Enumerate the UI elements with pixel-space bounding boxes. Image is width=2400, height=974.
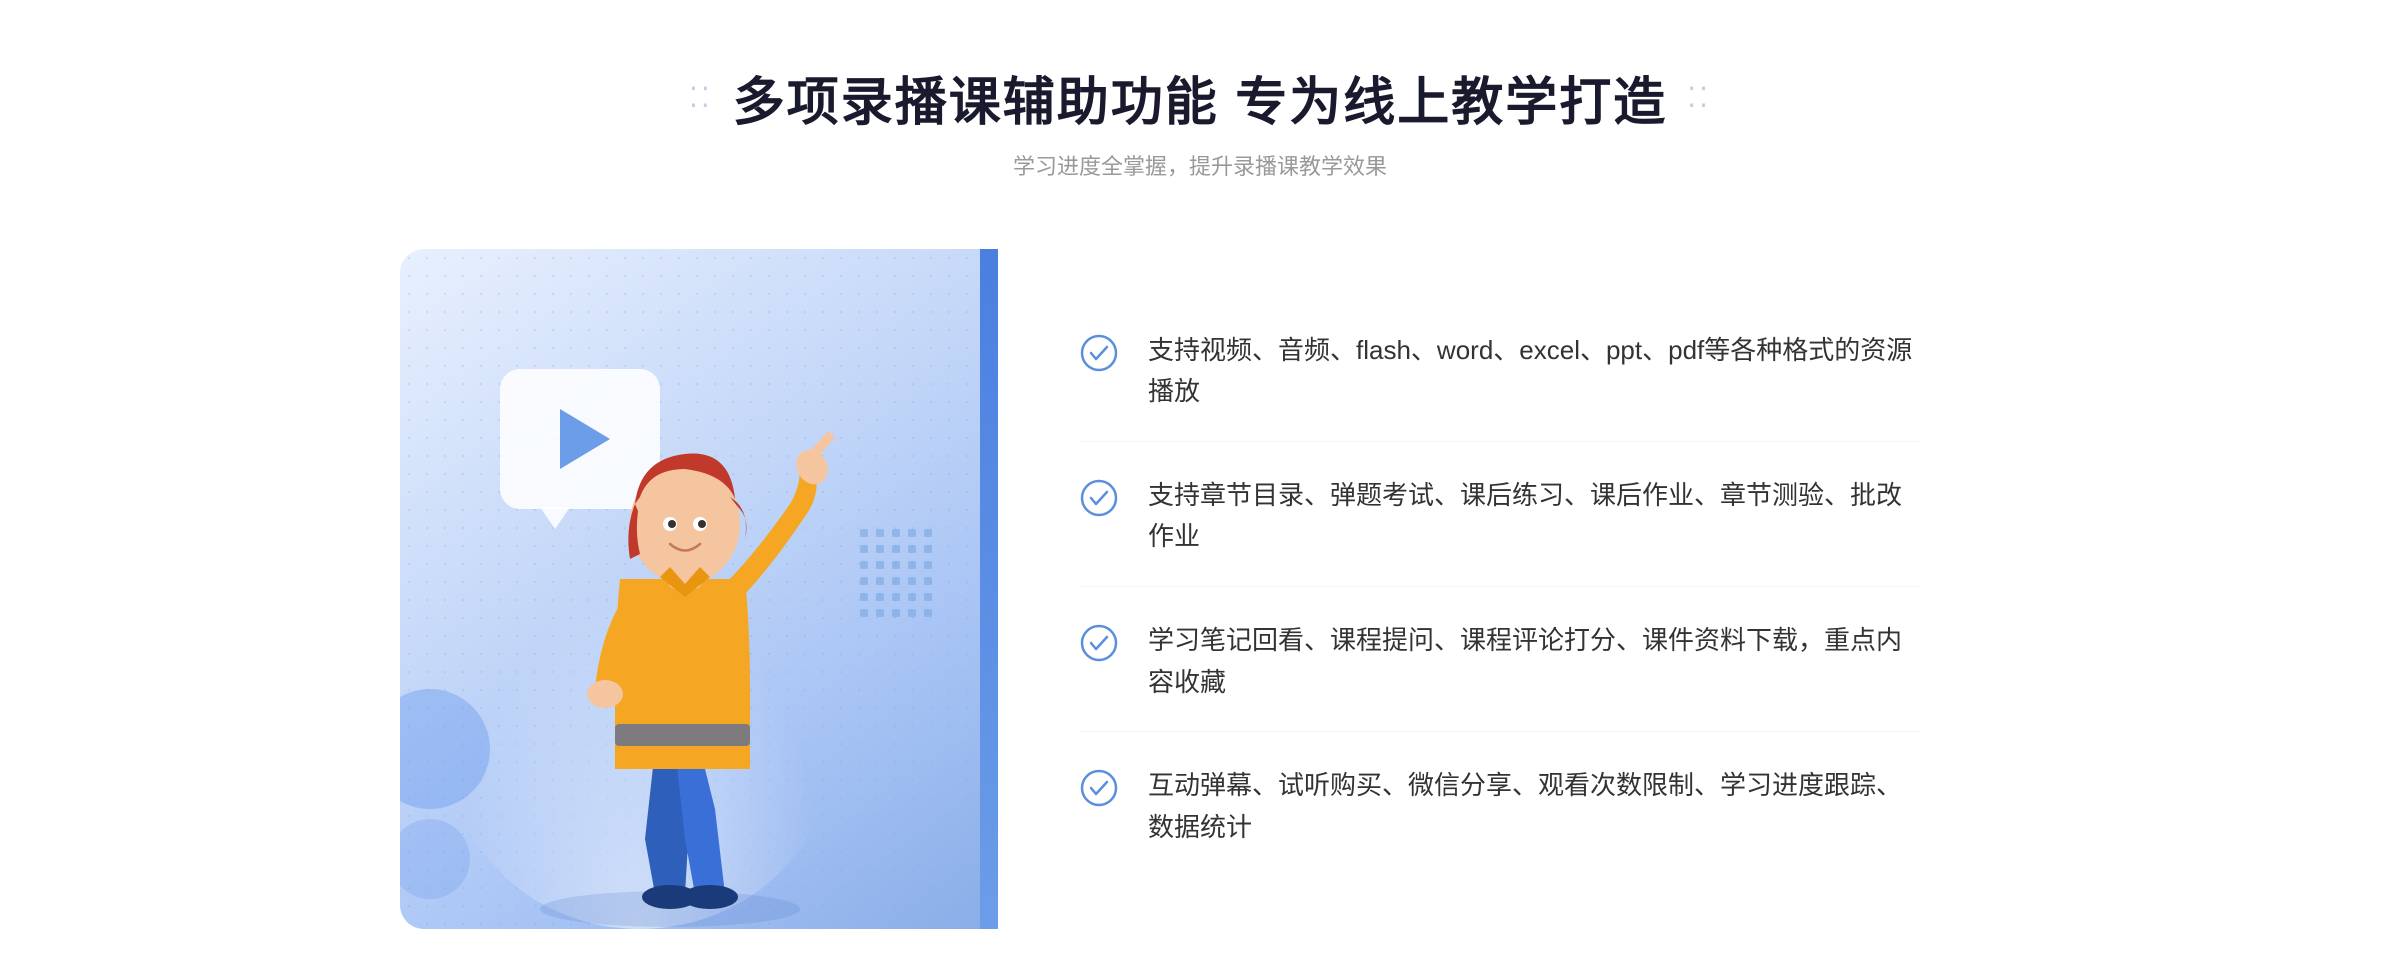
content-area: » — [400, 249, 2000, 929]
page-subtitle: 学习进度全掌握，提升录播课教学效果 — [1013, 149, 1387, 181]
content-panel-wrapper: 支持视频、音频、flash、word、excel、ppt、pdf等各种格式的资源… — [980, 249, 2000, 929]
feature-text-3: 学习笔记回看、课程提问、课程评论打分、课件资料下载，重点内容收藏 — [1148, 620, 1920, 703]
person-illustration — [460, 349, 880, 929]
page-title: 多项录播课辅助功能 专为线上教学打造 — [733, 60, 1667, 135]
check-icon-3 — [1080, 624, 1118, 662]
title-dots-left: ⁚⁚ — [689, 81, 713, 114]
title-row: ⁚⁚ 多项录播课辅助功能 专为线上教学打造 ⁚⁚ — [689, 60, 1711, 135]
feature-item-1: 支持视频、音频、flash、word、excel、ppt、pdf等各种格式的资源… — [1080, 302, 1920, 442]
feature-item-3: 学习笔记回看、课程提问、课程评论打分、课件资料下载，重点内容收藏 — [1080, 592, 1920, 732]
illustration-panel: » — [400, 249, 980, 929]
title-dots-right: ⁚⁚ — [1687, 81, 1711, 114]
check-icon-1 — [1080, 334, 1118, 372]
feature-item-2: 支持章节目录、弹题考试、课后练习、课后作业、章节测验、批改作业 — [1080, 447, 1920, 587]
check-icon-2 — [1080, 479, 1118, 517]
blue-sidebar-bar — [980, 249, 998, 929]
feature-item-4: 互动弹幕、试听购买、微信分享、观看次数限制、学习进度跟踪、数据统计 — [1080, 737, 1920, 876]
feature-text-4: 互动弹幕、试听购买、微信分享、观看次数限制、学习进度跟踪、数据统计 — [1148, 765, 1920, 848]
content-panel: 支持视频、音频、flash、word、excel、ppt、pdf等各种格式的资源… — [980, 249, 2000, 929]
feature-text-2: 支持章节目录、弹题考试、课后练习、课后作业、章节测验、批改作业 — [1148, 475, 1920, 558]
page-wrapper: ⁚⁚ 多项录播课辅助功能 专为线上教学打造 ⁚⁚ 学习进度全掌握，提升录播课教学… — [0, 0, 2400, 929]
check-icon-4 — [1080, 769, 1118, 807]
header-section: ⁚⁚ 多项录播课辅助功能 专为线上教学打造 ⁚⁚ 学习进度全掌握，提升录播课教学… — [689, 60, 1711, 181]
feature-text-1: 支持视频、音频、flash、word、excel、ppt、pdf等各种格式的资源… — [1148, 330, 1920, 413]
